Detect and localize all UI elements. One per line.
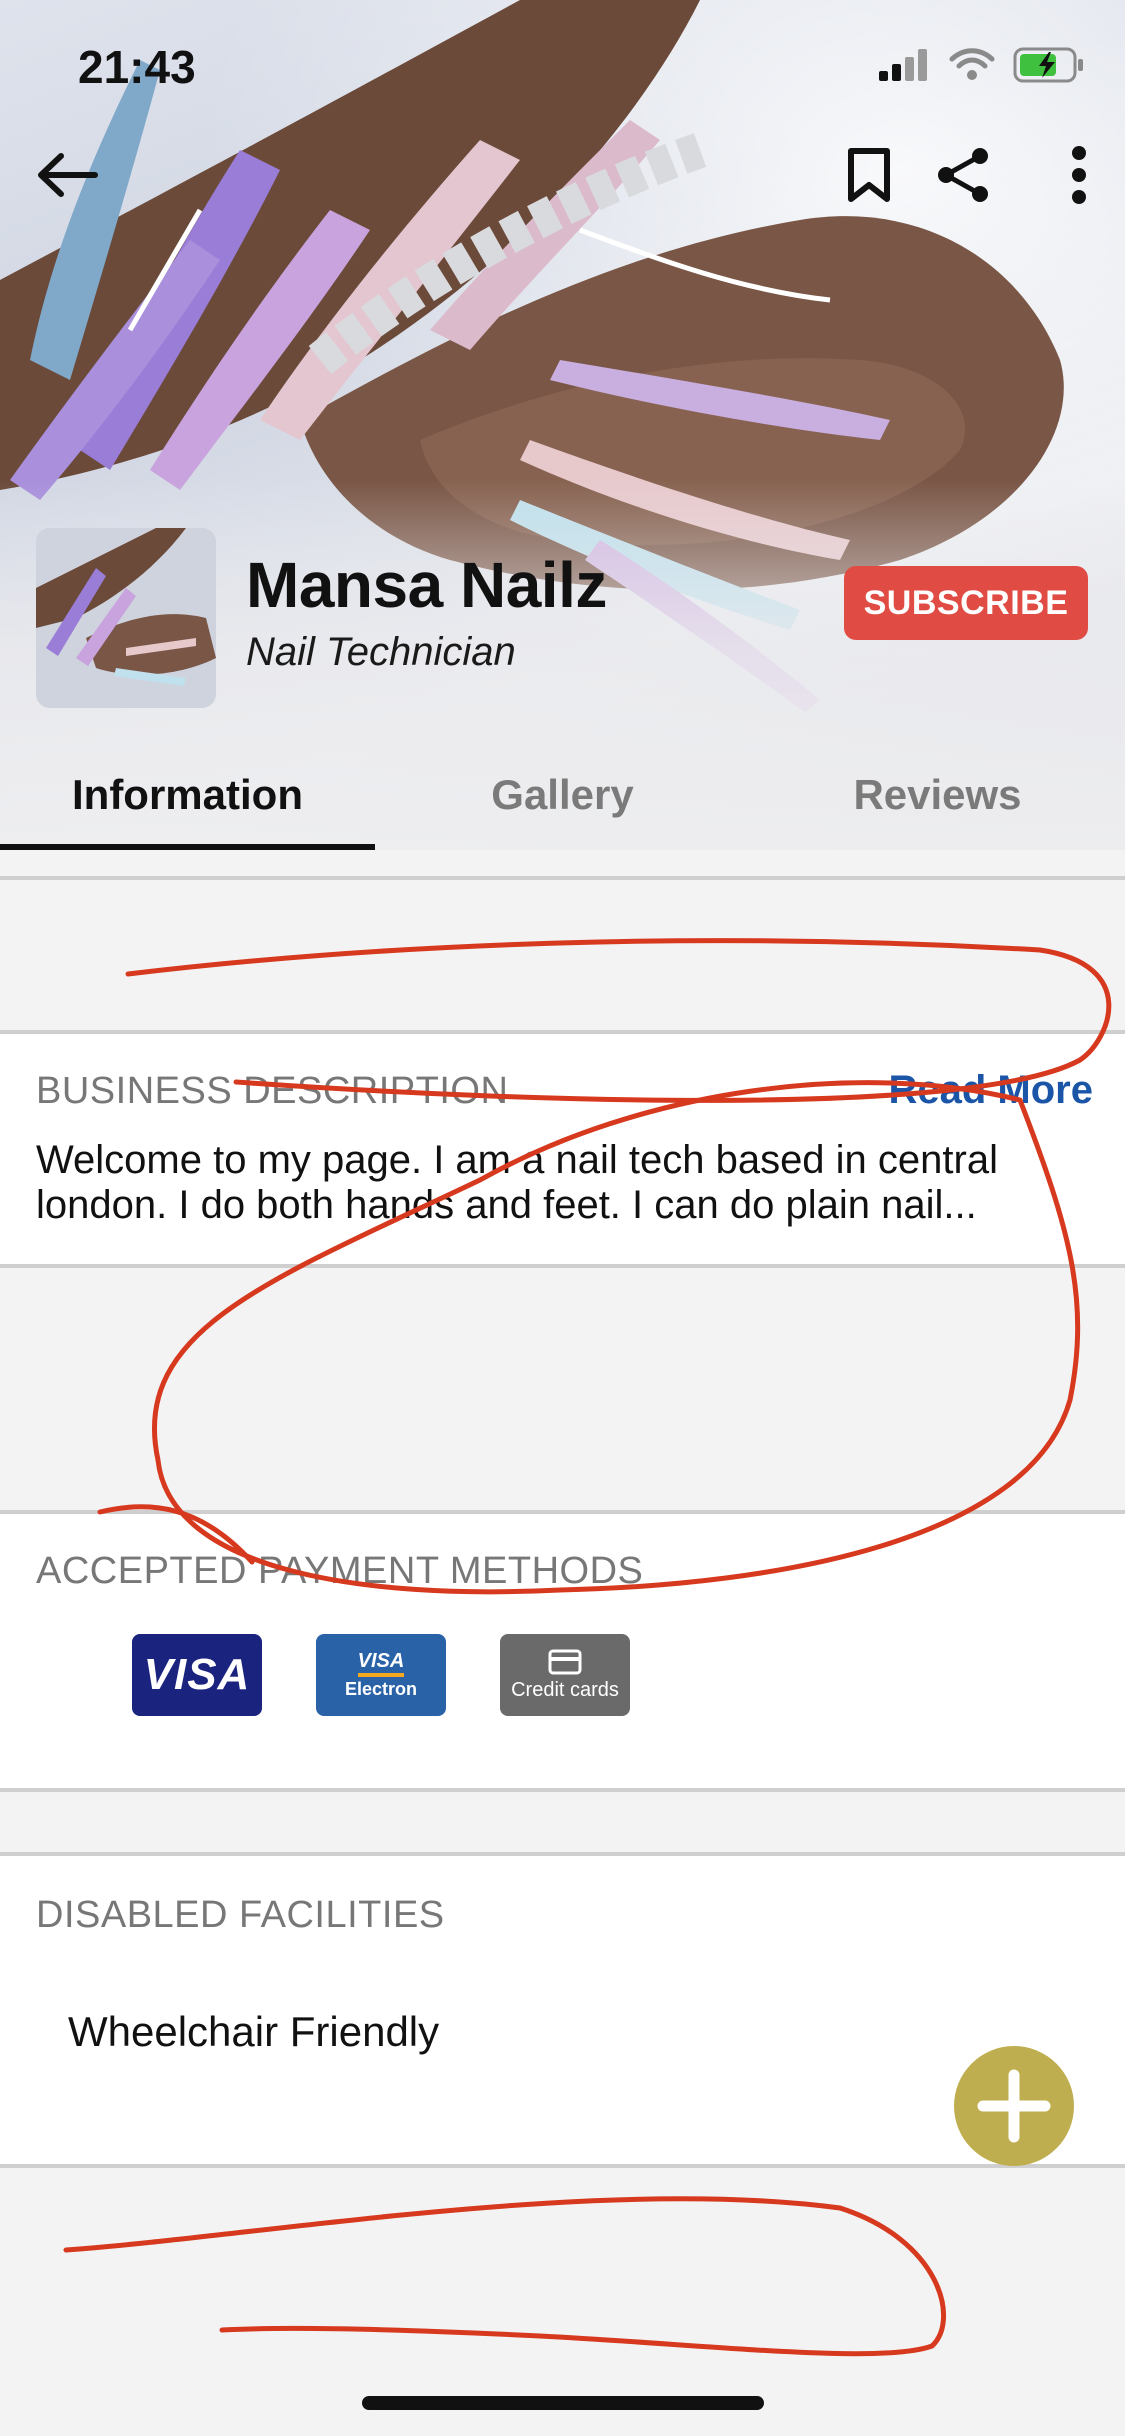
bookmark-button[interactable] <box>824 130 914 220</box>
payment-methods-title: ACCEPTED PAYMENT METHODS <box>36 1550 644 1592</box>
tab-reviews[interactable]: Reviews <box>750 740 1125 850</box>
add-button[interactable] <box>954 2046 1074 2166</box>
payment-methods-list: VISA VISA Electron Credit cards <box>132 1634 630 1716</box>
back-arrow-icon <box>38 153 98 197</box>
share-button[interactable] <box>918 130 1008 220</box>
visa-electron-top-label: VISA <box>357 1650 405 1672</box>
section-divider <box>0 1788 1125 1792</box>
wifi-icon <box>949 48 995 80</box>
tab-information[interactable]: Information <box>0 740 375 850</box>
visa-label: VISA <box>143 1650 251 1699</box>
credit-cards-label: Credit cards <box>511 1678 619 1701</box>
credit-cards-badge: Credit cards <box>500 1634 630 1716</box>
visa-badge: VISA <box>132 1634 262 1716</box>
credit-card-icon <box>548 1649 582 1674</box>
plus-icon <box>977 2069 1051 2143</box>
section-divider <box>0 2164 1125 2168</box>
tab-gallery[interactable]: Gallery <box>375 740 750 850</box>
visa-electron-badge: VISA Electron <box>316 1634 446 1716</box>
business-description-text: Welcome to my page. I am a nail tech bas… <box>36 1138 998 1227</box>
back-button[interactable] <box>22 130 112 220</box>
visa-electron-bottom-label: Electron <box>344 1679 418 1699</box>
visa-electron-stripe <box>358 1673 404 1677</box>
profile-header: 21:43 Mansa Nailz Nail Technician SUBSCR… <box>0 0 1125 850</box>
more-options-button[interactable] <box>1034 130 1124 220</box>
avatar-image <box>36 528 216 708</box>
status-icons <box>879 46 1085 84</box>
business-role: Nail Technician <box>246 630 516 674</box>
read-more-link[interactable]: Read More <box>889 1068 1094 1113</box>
signal-icon <box>879 49 927 81</box>
facility-item: Wheelchair Friendly <box>68 2008 440 2055</box>
share-icon <box>938 148 988 202</box>
status-time: 21:43 <box>78 41 196 93</box>
bookmark-icon <box>848 148 890 202</box>
home-indicator[interactable] <box>362 2396 764 2410</box>
battery-icon <box>1013 47 1083 83</box>
profile-tabs: Information Gallery Reviews <box>0 740 1125 850</box>
business-avatar <box>36 528 216 708</box>
section-divider <box>0 1264 1125 1268</box>
business-description-title: BUSINESS DESCRIPTION <box>36 1070 509 1112</box>
more-vertical-icon <box>1072 146 1086 204</box>
section-divider <box>0 876 1125 880</box>
business-name: Mansa Nailz <box>246 549 607 621</box>
subscribe-button[interactable]: SUBSCRIBE <box>844 566 1088 640</box>
disabled-facilities-title: DISABLED FACILITIES <box>36 1894 445 1936</box>
